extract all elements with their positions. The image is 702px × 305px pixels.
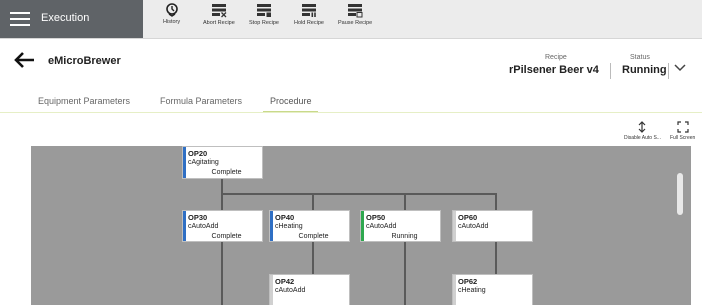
tab-equipment-parameters[interactable]: Equipment Parameters — [38, 96, 130, 106]
hold-recipe-label: Hold Recipe — [294, 20, 324, 26]
operation-op40[interactable]: OP40 cHeating Complete — [269, 210, 350, 242]
connector — [404, 193, 406, 211]
op-class: cAutoAdd — [366, 223, 397, 230]
divider — [610, 63, 611, 79]
operation-op30[interactable]: OP30 cAutoAdd Complete — [182, 210, 263, 242]
divider — [668, 63, 669, 79]
op-id: OP60 — [458, 213, 478, 222]
op-id: OP42 — [275, 277, 295, 286]
status-bar — [183, 147, 186, 178]
auto-scroll-icon — [639, 121, 646, 133]
connector — [221, 241, 223, 305]
stop-recipe-icon — [256, 4, 271, 17]
history-label: History — [163, 19, 181, 25]
scrollbar[interactable] — [677, 173, 683, 215]
op-id: OP50 — [366, 213, 386, 222]
op-class: cAgitating — [188, 159, 219, 166]
hamburger-icon — [10, 12, 30, 26]
status-bar — [270, 211, 273, 241]
op-id: OP40 — [275, 213, 295, 222]
status-bar — [453, 275, 456, 305]
operation-op50[interactable]: OP50 cAutoAdd Running — [360, 210, 441, 242]
procedure-diagram[interactable]: OP20 cAgitating Complete OP30 cAutoAdd C… — [31, 146, 691, 305]
pause-recipe-icon — [348, 4, 363, 18]
unit-name: eMicroBrewer — [48, 55, 121, 67]
pause-recipe-button[interactable]: Pause Recipe — [338, 3, 372, 26]
connector — [312, 241, 314, 274]
stop-recipe-button[interactable]: Stop Recipe — [249, 3, 279, 26]
connector — [221, 179, 223, 193]
op-class: cAutoAdd — [458, 223, 489, 230]
status-label: Status — [630, 54, 650, 61]
recipe-label: Recipe — [545, 54, 567, 61]
connector — [404, 241, 406, 305]
tab-procedure[interactable]: Procedure — [270, 96, 312, 106]
status-bar — [183, 211, 186, 241]
history-button[interactable]: History — [163, 3, 180, 25]
status-bar — [270, 275, 273, 305]
disable-auto-scroll-button[interactable]: Disable Auto S... — [624, 121, 661, 141]
op-id: OP62 — [458, 277, 478, 286]
connector — [221, 193, 497, 195]
hold-recipe-icon — [301, 4, 316, 17]
chevron-down-icon[interactable] — [673, 62, 687, 74]
stop-recipe-label: Stop Recipe — [249, 20, 279, 26]
operation-op62[interactable]: OP62 cHeating — [452, 274, 533, 305]
op-status: Complete — [211, 169, 242, 176]
operation-op42[interactable]: OP42 cAutoAdd — [269, 274, 350, 305]
connector — [495, 193, 497, 211]
connector — [221, 193, 223, 211]
op-id: OP20 — [188, 149, 208, 158]
status-value: Running — [622, 64, 667, 76]
op-status: Complete — [211, 233, 242, 240]
app-menu-button[interactable]: Execution — [0, 0, 143, 38]
op-class: cHeating — [275, 223, 303, 230]
recipe-value: rPilsener Beer v4 — [509, 64, 599, 76]
operation-op20[interactable]: OP20 cAgitating Complete — [182, 146, 263, 179]
operation-op60[interactable]: OP60 cAutoAdd — [452, 210, 533, 242]
tabs-divider — [0, 112, 702, 113]
top-toolbar: Execution History Abort Recipe Stop Reci… — [0, 0, 702, 39]
op-class: cAutoAdd — [188, 223, 219, 230]
abort-recipe-icon — [211, 4, 227, 18]
abort-recipe-button[interactable]: Abort Recipe — [203, 3, 235, 26]
full-screen-icon — [677, 121, 689, 133]
op-class: cAutoAdd — [275, 287, 306, 294]
hold-recipe-button[interactable]: Hold Recipe — [294, 3, 324, 26]
full-screen-button[interactable]: Full Screen — [670, 121, 695, 141]
abort-recipe-label: Abort Recipe — [203, 20, 235, 26]
pause-recipe-label: Pause Recipe — [338, 20, 373, 26]
active-tab-indicator — [263, 111, 318, 112]
app-title: Execution — [41, 12, 90, 24]
status-bar — [361, 211, 364, 241]
connector — [495, 241, 497, 274]
tab-formula-parameters[interactable]: Formula Parameters — [160, 96, 242, 106]
disable-auto-label: Disable Auto S... — [624, 135, 661, 141]
history-icon — [165, 3, 178, 17]
status-bar — [453, 211, 456, 241]
back-arrow-icon[interactable] — [14, 51, 36, 69]
connector — [312, 193, 314, 211]
op-status: Running — [391, 233, 418, 240]
op-id: OP30 — [188, 213, 208, 222]
op-status: Complete — [298, 233, 329, 240]
op-class: cHeating — [458, 287, 486, 294]
full-screen-label: Full Screen — [670, 135, 696, 141]
